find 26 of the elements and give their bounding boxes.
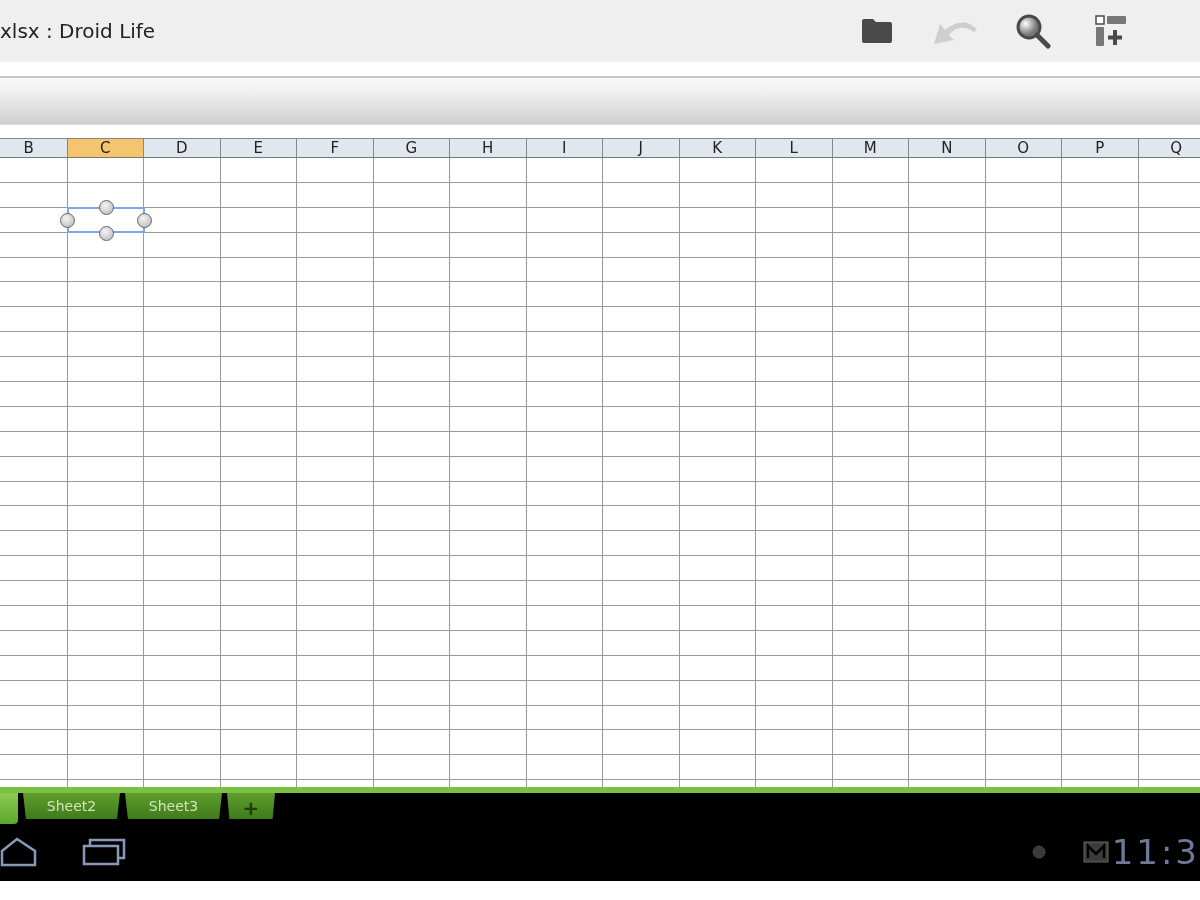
column-header[interactable]: G <box>373 139 450 157</box>
column-header[interactable]: M <box>832 139 909 157</box>
column-header[interactable]: C <box>67 139 144 157</box>
recent-apps-icon[interactable] <box>82 837 126 866</box>
column-header[interactable]: Q <box>1138 139 1200 157</box>
mail-icon[interactable] <box>1083 840 1109 863</box>
column-header[interactable]: F <box>297 139 374 157</box>
cell-selection[interactable] <box>59 199 152 241</box>
column-header[interactable]: D <box>144 139 221 157</box>
column-header[interactable]: J <box>603 139 680 157</box>
column-header[interactable]: O <box>985 139 1062 157</box>
column-header[interactable]: L <box>756 139 833 157</box>
column-header[interactable]: B <box>0 139 68 157</box>
clock: 11:3 <box>1111 831 1200 872</box>
column-header[interactable]: I <box>526 139 603 157</box>
folder-icon <box>861 18 893 44</box>
column-header[interactable]: P <box>1062 139 1139 157</box>
column-header[interactable]: K <box>679 139 756 157</box>
document-title: xlsx : Droid Life <box>0 19 157 43</box>
search-icon <box>1015 13 1051 49</box>
home-icon[interactable] <box>0 836 38 867</box>
insert-layout-icon <box>1095 15 1127 47</box>
column-header[interactable]: E <box>220 139 297 157</box>
notification-dot-icon[interactable] <box>1031 843 1047 860</box>
column-header[interactable]: H <box>450 139 527 157</box>
column-header[interactable]: N <box>909 139 986 157</box>
